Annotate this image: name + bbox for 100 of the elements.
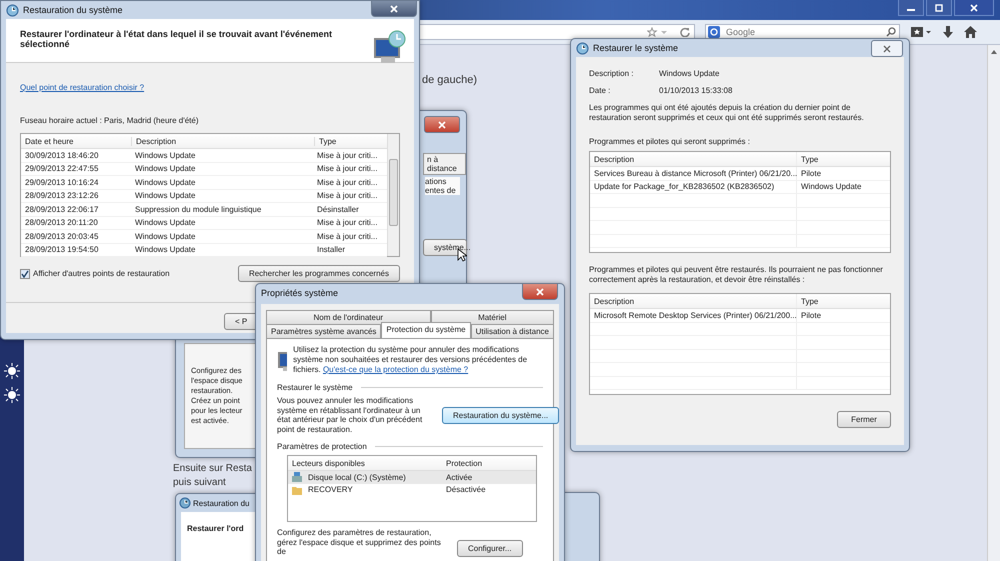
scrollbar[interactable]: [987, 45, 1000, 561]
section-label: Programmes et pilotes qui peuvent être restaurés. Ils pourraient ne pas fonctionner correctement après la restauration, et devoir être réinstallés :: [589, 265, 884, 285]
page-text: de gauche): [422, 74, 478, 86]
bookmarks-icon[interactable]: [910, 26, 932, 38]
window-title: Restaurer le système: [593, 43, 678, 53]
table-cell-text: Mise à jour criti...: [316, 178, 378, 187]
close-button[interactable]: [424, 116, 460, 133]
table-cell-text: Suppression du module linguistique: [134, 204, 262, 214]
heading: Restaurer l'ord: [187, 524, 244, 533]
info-text: Les programmes qui ont été ajoutés depuis la création du dernier point de restauration seront supprimés et ceux qui ont été supprimés seront restaurés.: [589, 103, 865, 123]
minimize-button[interactable]: [898, 0, 924, 16]
close-icon: [535, 288, 545, 296]
column-header[interactable]: Description: [590, 152, 797, 166]
maximize-icon: [934, 4, 944, 12]
column-header[interactable]: Description: [132, 136, 315, 146]
column-header[interactable]: Protection: [442, 458, 536, 468]
protection-status: Désactivée: [445, 485, 487, 494]
table-cell-text: Mise à jour criti...: [316, 164, 378, 174]
table-cell-text: 28/09/2013 20:03:45: [24, 232, 100, 241]
search-engine-icon[interactable]: [708, 26, 720, 38]
field-label: Date :: [589, 86, 612, 95]
checkmark-icon: [21, 270, 29, 278]
close-dialog-button[interactable]: Fermer: [837, 411, 891, 428]
help-link[interactable]: Qu'est-ce que la protection du système ?: [322, 365, 468, 374]
table-cell-text: 28/09/2013 22:06:17: [24, 204, 100, 214]
table-cell-text: Pilote: [800, 310, 822, 320]
scroll-up-icon[interactable]: [990, 49, 998, 55]
maximize-button[interactable]: [926, 0, 952, 16]
window-title: Propriétés système: [261, 288, 338, 298]
table-cell-text: Windows Update: [134, 218, 196, 228]
table-cell-text: Windows Update: [134, 178, 196, 187]
table-cell-text: Mise à jour criti...: [316, 191, 378, 200]
home-icon[interactable]: [964, 26, 977, 38]
column-header[interactable]: Description: [590, 294, 797, 308]
help-link[interactable]: Quel point de restauration choisir ?: [20, 83, 400, 92]
close-icon: [389, 4, 399, 12]
table-cell-text: Windows Update: [134, 245, 196, 254]
table-cell-text: Windows Update: [134, 232, 196, 241]
table-cell: Microsoft Remote Desktop Services (Printer) 06/21/200...: [590, 309, 797, 322]
scrollbar[interactable]: [387, 134, 399, 256]
restore-clock-icon: [576, 42, 589, 54]
drive-name: Disque local (C:) (Système): [307, 472, 406, 482]
tab[interactable]: Matériel: [430, 310, 554, 324]
table-cell-text: Installer: [316, 245, 346, 254]
table-cell-text: Windows Update: [134, 191, 196, 200]
page-text: Ensuite sur Resta: [173, 463, 252, 474]
table-cell-text: Windows Update: [800, 182, 862, 192]
tab[interactable]: Protection du système: [381, 322, 471, 338]
page-text: puis suivant: [173, 477, 226, 488]
close-button[interactable]: [371, 1, 417, 17]
show-more-checkbox[interactable]: Afficher d'autres points de restauration: [20, 268, 170, 278]
drive-row[interactable]: RECOVERY Désactivée: [288, 484, 536, 496]
field-label: Description :: [589, 69, 634, 78]
table-cell-text: Mise à jour criti...: [316, 150, 378, 160]
close-icon: [437, 120, 447, 128]
drive-row[interactable]: Disque local (C:) (Système) Activée: [288, 471, 536, 484]
folder-icon: [292, 484, 302, 495]
drive-icon: [292, 472, 302, 482]
info-text: Configurez des paramètres de restauration, gérez l'espace disque et supprimez des points de: [277, 528, 442, 556]
restore-clock-icon: [179, 497, 191, 509]
close-button[interactable]: [954, 0, 994, 16]
table-cell-text: Pilote: [800, 168, 822, 178]
search-icon[interactable]: [886, 27, 896, 37]
tab[interactable]: Utilisation à distance: [470, 324, 554, 338]
table-cell-text: 28/09/2013 23:12:26: [24, 191, 100, 200]
drive-name: RECOVERY: [307, 485, 353, 494]
column-header[interactable]: Type: [797, 296, 890, 306]
column-header[interactable]: Date et heure: [21, 136, 132, 146]
table-cell-text: 28/09/2013 20:11:20: [24, 218, 99, 228]
tab[interactable]: n à distance: [423, 153, 466, 175]
heading: Restaurer l'ordinateur à l'état dans lequel il se trouvait avant l'événement sélectionné: [20, 29, 334, 49]
table-cell-text: Mise à jour criti...: [316, 218, 378, 228]
reload-icon[interactable]: [680, 27, 690, 37]
protection-status: Activée: [445, 472, 474, 482]
sun-icon[interactable]: [4, 363, 20, 379]
configure-button[interactable]: Configurer...: [457, 540, 523, 556]
info-text: Vous pouvez annuler les modifications système en rétablissant l'ordinateur à un état antérieur par le choix d'un précédent point de restauration.: [277, 396, 424, 434]
download-icon[interactable]: [942, 26, 954, 38]
tab[interactable]: Nom de l'ordinateur: [266, 310, 431, 324]
find-programs-button[interactable]: Rechercher les programmes concernés: [238, 265, 400, 282]
body-text: ations: [425, 177, 447, 186]
table-cell-text: Désinstaller: [316, 204, 360, 214]
table-cell: Update for Package_for_KB2836502 (KB2836502): [590, 180, 797, 193]
system-restore-button[interactable]: Restauration du système...: [442, 406, 560, 424]
close-button[interactable]: [871, 40, 903, 57]
table-cell-text: Windows Update: [134, 164, 196, 174]
sun-icon[interactable]: [4, 387, 20, 403]
group-label: Paramètres de protection: [277, 442, 367, 451]
table-cell: Services Bureau à distance Microsoft (Printer) 06/21/20...: [590, 167, 797, 180]
restore-clock-icon: [6, 4, 19, 16]
column-header[interactable]: Type: [797, 154, 890, 164]
close-button[interactable]: [522, 284, 558, 300]
column-header[interactable]: Lecteurs disponibles: [288, 458, 442, 468]
group-label: Restaurer le système: [277, 383, 353, 392]
body-text: entes de: [425, 186, 456, 195]
close-icon: [969, 4, 979, 12]
column-header[interactable]: Type: [315, 136, 387, 146]
tab[interactable]: Paramètres système avancés: [266, 324, 382, 338]
table-cell-text: Windows Update: [134, 150, 196, 160]
field-value: Windows Update: [659, 69, 720, 78]
